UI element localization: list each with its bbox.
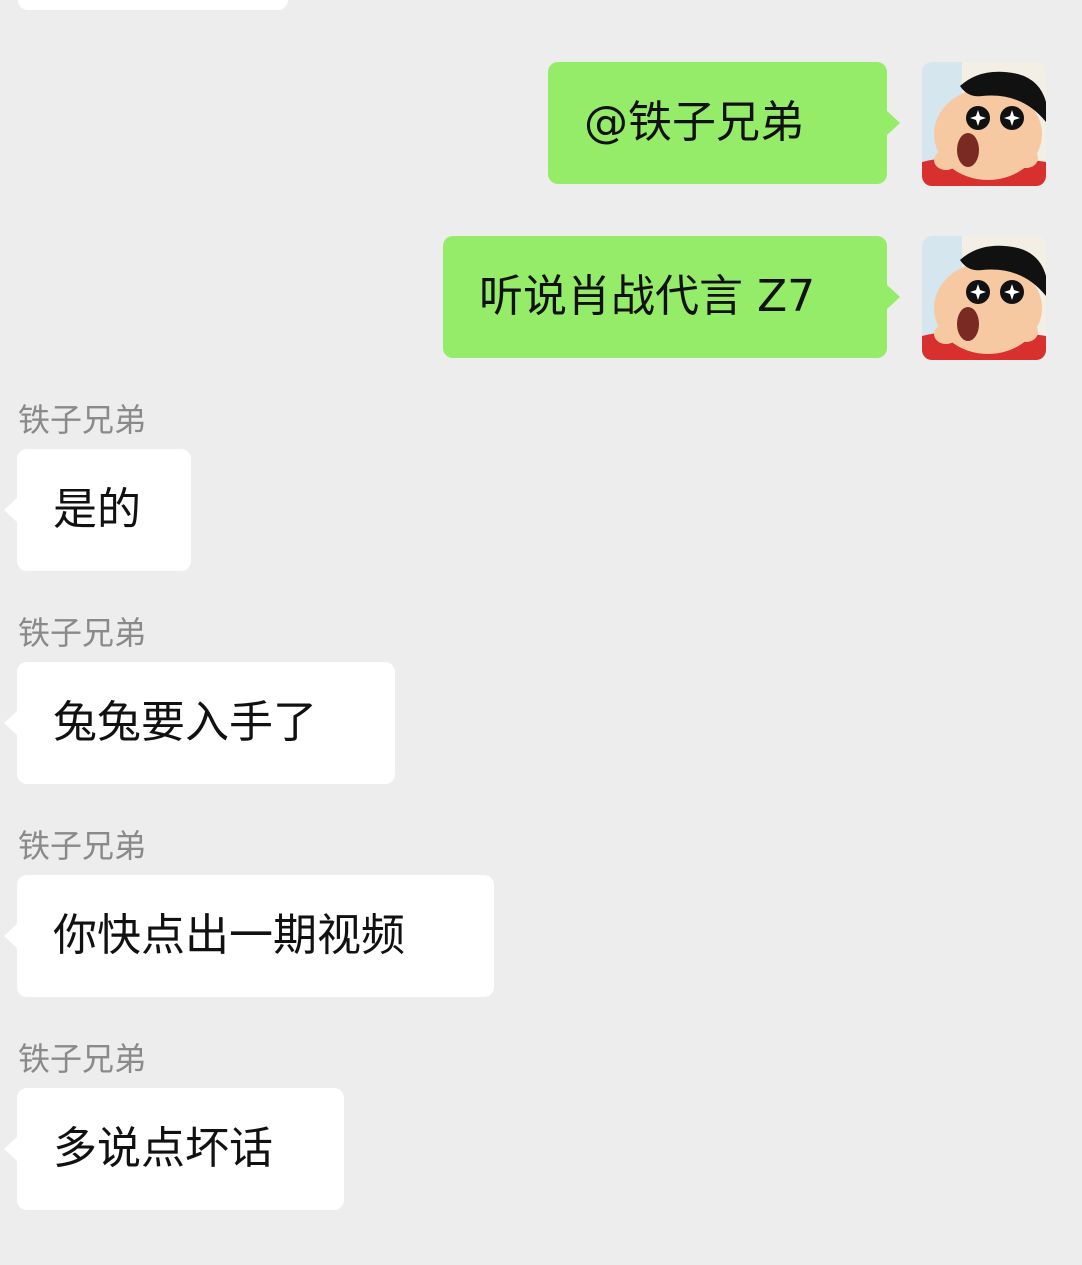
outgoing-message-bubble[interactable]: @铁子兄弟 (548, 62, 887, 184)
message-text: 听说肖战代言 Z7 (479, 271, 816, 322)
message-text: @铁子兄弟 (584, 97, 804, 148)
sender-name: 铁子兄弟 (18, 1040, 147, 1078)
bubble-tail (4, 497, 18, 523)
message-text: 是的 (53, 484, 141, 535)
incoming-message-bubble[interactable]: 多说点坏话 (17, 1088, 344, 1210)
cartoon-boy-avatar-icon (922, 62, 1046, 186)
bubble-tail (4, 710, 18, 736)
my-avatar[interactable] (922, 236, 1046, 360)
previous-message-bubble[interactable] (18, 0, 288, 10)
incoming-message-bubble[interactable]: 你快点出一期视频 (17, 875, 494, 997)
message-text: 你快点出一期视频 (53, 910, 405, 961)
bubble-tail (4, 1136, 18, 1162)
sender-name: 铁子兄弟 (18, 614, 147, 652)
bubble-tail (4, 923, 18, 949)
my-avatar[interactable] (922, 62, 1046, 186)
sender-name: 铁子兄弟 (18, 827, 147, 865)
sender-name: 铁子兄弟 (18, 401, 147, 439)
cartoon-boy-avatar-icon (922, 236, 1046, 360)
incoming-message-bubble[interactable]: 是的 (17, 449, 191, 571)
message-text: 兔兔要入手了 (53, 697, 317, 748)
bubble-tail (886, 110, 900, 136)
message-text: 多说点坏话 (53, 1123, 273, 1174)
bubble-tail (886, 284, 900, 310)
outgoing-message-bubble[interactable]: 听说肖战代言 Z7 (443, 236, 887, 358)
incoming-message-bubble[interactable]: 兔兔要入手了 (17, 662, 395, 784)
